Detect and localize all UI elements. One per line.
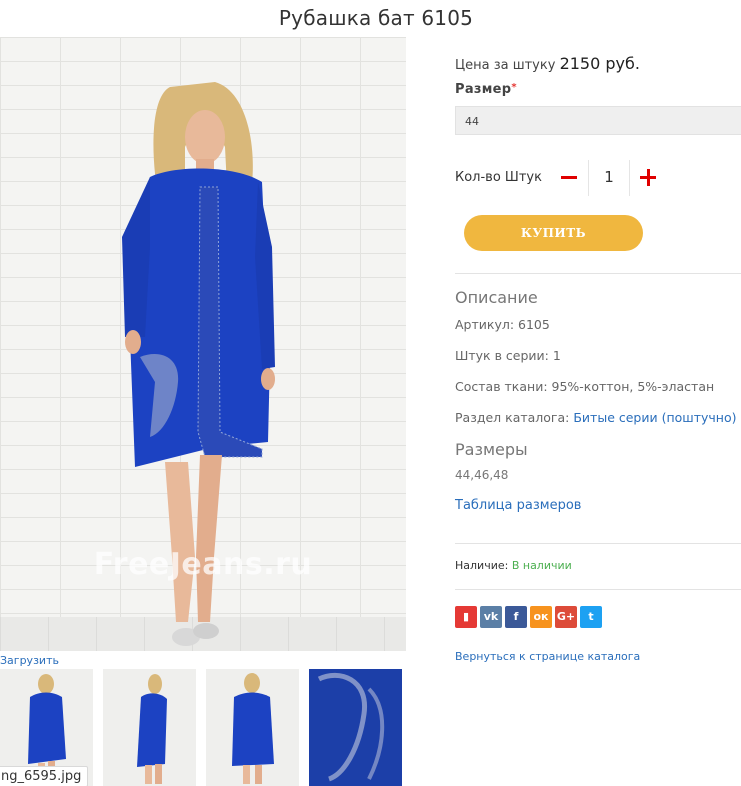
quantity-label: Кол-во Штук bbox=[455, 170, 542, 185]
article-text: Артикул: 6105 bbox=[455, 317, 550, 332]
price-label: Цена за штуку bbox=[455, 58, 556, 73]
per-series-text: Штук в серии: 1 bbox=[455, 348, 561, 363]
quantity-plus-icon[interactable] bbox=[639, 168, 657, 188]
quantity-minus-icon[interactable] bbox=[560, 167, 578, 189]
sizes-title: Размеры bbox=[455, 440, 528, 459]
thumbnail-back-image bbox=[232, 673, 274, 784]
size-label: Размер* bbox=[455, 82, 517, 97]
fabric-text: Состав ткани: 95%-коттон, 5%-эластан bbox=[455, 379, 715, 394]
availability-status: В наличии bbox=[511, 559, 572, 572]
google-plus-icon[interactable]: G+ bbox=[555, 606, 577, 628]
catalog-section: Раздел каталога: Битые серии (поштучно) bbox=[455, 410, 737, 425]
thumbnail-filename: ng_6595.jpg bbox=[0, 766, 89, 786]
price-row: Цена за штуку 2150 руб. bbox=[455, 54, 640, 73]
description-title: Описание bbox=[455, 288, 538, 307]
odnoklassniki-icon[interactable]: ок bbox=[530, 606, 552, 628]
thumbnail-side-image bbox=[137, 674, 167, 784]
thumbnail-detail[interactable] bbox=[309, 669, 402, 786]
divider bbox=[455, 589, 741, 590]
availability: Наличие: В наличии bbox=[455, 559, 572, 572]
divider bbox=[455, 543, 741, 544]
thumbnail-detail-image bbox=[317, 672, 385, 782]
quantity-divider bbox=[629, 160, 630, 196]
buy-button[interactable]: КУПИТЬ bbox=[464, 215, 643, 251]
page-title: Рубашка бат 6105 bbox=[278, 6, 474, 30]
size-label-text: Размер bbox=[455, 82, 512, 97]
main-product-image[interactable]: FreeJeans.ru bbox=[0, 37, 406, 651]
catalog-section-label: Раздел каталога: bbox=[455, 410, 570, 425]
thumbnail-back[interactable] bbox=[206, 669, 299, 786]
availability-label: Наличие: bbox=[455, 559, 509, 572]
quantity-divider bbox=[588, 160, 589, 196]
facebook-icon[interactable]: f bbox=[505, 606, 527, 628]
vk-icon[interactable]: vk bbox=[480, 606, 502, 628]
required-mark: * bbox=[511, 82, 517, 93]
back-to-catalog-link[interactable]: Вернуться к странице каталога bbox=[455, 650, 640, 663]
sizes-values: 44,46,48 bbox=[455, 468, 509, 482]
size-table-link[interactable]: Таблица размеров bbox=[455, 498, 581, 513]
thumbnail-side[interactable] bbox=[103, 669, 196, 786]
divider bbox=[455, 273, 741, 274]
price-value: 2150 руб. bbox=[559, 54, 640, 73]
catalog-section-link[interactable]: Битые серии (поштучно) bbox=[573, 410, 736, 425]
bookmark-icon[interactable]: ▮ bbox=[455, 606, 477, 628]
size-select[interactable]: 44 bbox=[455, 106, 741, 135]
watermark: FreeJeans.ru bbox=[93, 547, 313, 582]
upload-link[interactable]: Загрузить bbox=[0, 654, 59, 667]
twitter-icon[interactable]: t bbox=[580, 606, 602, 628]
quantity-input[interactable]: 1 bbox=[596, 168, 622, 186]
